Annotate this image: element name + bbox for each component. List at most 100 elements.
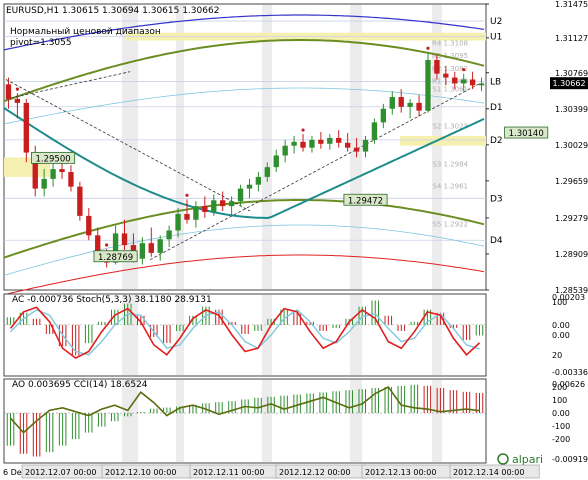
candle-body — [478, 83, 485, 86]
candle-body — [86, 215, 92, 236]
price-tick-label: 1.31475 — [555, 0, 588, 9]
candle-body — [23, 102, 29, 153]
candle-body — [264, 167, 270, 177]
price-tick-label: 1.30769 — [555, 69, 588, 78]
candle-body — [407, 102, 413, 107]
ao-axis-label: -100 — [552, 422, 570, 431]
candle-body — [273, 155, 279, 168]
price-plot-frame — [3, 3, 487, 291]
candle-body — [255, 176, 262, 185]
time-axis: 6 Dec2012.12.07 00:00 2012.12.10 00:00 201… — [3, 464, 540, 479]
candle-body — [336, 137, 342, 143]
level-axis-label: D4 — [490, 236, 503, 246]
watermark-text: alpari — [512, 453, 543, 466]
candle-body — [50, 169, 56, 179]
ao-axis-label: -0.00919 — [552, 455, 588, 464]
candle-body — [148, 243, 154, 253]
candle-body — [228, 201, 235, 207]
session-stripe — [350, 295, 362, 375]
ao-plot-frame — [3, 378, 487, 464]
time-tick-label: 2012.12.14 00:00 — [453, 468, 524, 477]
ac-axis-label: 100 — [552, 298, 567, 307]
candle-body — [443, 73, 449, 78]
time-tick-label: 2012.12.11 00:00 — [193, 468, 264, 477]
price-annotation-label: 1.29500 — [36, 154, 71, 164]
session-stripe — [176, 5, 184, 289]
ao-axis-label: -200 — [552, 435, 570, 444]
ac-plot-frame — [3, 293, 487, 377]
level-axis-label: D1 — [490, 103, 503, 113]
candle-body — [14, 98, 21, 103]
candle-body — [184, 213, 190, 220]
candle-body — [5, 84, 12, 99]
time-tick-label: 2012.12.12 00:00 — [279, 468, 350, 477]
fractal-mark — [426, 46, 430, 50]
pivot-level-label: S1 1.3061 — [432, 85, 468, 93]
candle-body — [246, 184, 253, 189]
session-stripe — [262, 5, 272, 289]
range-label: Нормальный ценовой диапазон — [10, 27, 161, 37]
candle-body — [220, 200, 226, 207]
candle-body — [175, 213, 181, 231]
candle-body — [416, 102, 422, 111]
ac-axis-label: 0.00 — [552, 331, 570, 340]
fractal-mark — [15, 87, 19, 91]
price-tick-label: 1.29279 — [555, 214, 588, 223]
candle-body — [318, 139, 324, 144]
ao-axis-label: 200 — [552, 383, 567, 392]
candle-body — [469, 79, 476, 86]
ao-axis-label: 0.00 — [552, 409, 570, 418]
pivot-level-label: S3 1.2984 — [432, 160, 468, 168]
candle-body — [41, 178, 47, 189]
candle-body — [461, 79, 467, 84]
pivot-level-label: S4 1.2961 — [432, 183, 468, 191]
candle-body — [389, 97, 395, 109]
chart-canvas[interactable]: R4 1.3108R3 1.3095R2 1.3082R1 1.3069S1 1… — [0, 0, 588, 480]
session-stripe — [432, 5, 442, 289]
fractal-mark — [105, 243, 109, 247]
level-axis-label: U2 — [490, 17, 502, 27]
candle-body — [398, 97, 404, 107]
session-stripe — [432, 295, 442, 375]
candle-body — [309, 139, 315, 148]
ac-axis-label: -0.00336 — [552, 368, 588, 377]
session-stripe — [350, 5, 362, 289]
candle-body — [362, 139, 369, 152]
ao-cci-title: AO 0.003695 CCI(14) 18.6524 — [12, 380, 148, 390]
candle-body — [68, 172, 74, 187]
level-axis-label: D3 — [490, 194, 503, 204]
candle-body — [211, 200, 217, 212]
ac-stoch-title: AC -0.000736 Stoch(5,3,3) 38.1180 28.913… — [12, 295, 212, 305]
session-stripe — [122, 380, 138, 462]
time-tick-label: 2012.12.07 00:00 — [25, 468, 96, 477]
session-stripe — [350, 380, 362, 462]
price-annotation-label: 1.28769 — [98, 253, 133, 263]
candle-body — [166, 230, 172, 240]
candle-body — [139, 243, 146, 259]
candle-body — [59, 169, 65, 173]
candle-body — [344, 142, 351, 148]
level-axis-label: LB — [490, 77, 501, 87]
candle-body — [327, 137, 333, 144]
level-axis-label: D2 — [490, 136, 503, 146]
fractal-mark — [185, 193, 189, 197]
price-tick-label: 1.29659 — [555, 177, 588, 186]
candle-body — [371, 122, 378, 140]
symbol-header: EURUSD,H1 1.30615 1.30694 1.30615 1.3066… — [6, 6, 219, 16]
ac-axis-label: 0.00 — [552, 321, 570, 330]
candle-body — [121, 233, 128, 246]
pivot-level-label: S5 1.2922 — [432, 221, 468, 229]
candle-body — [452, 77, 458, 84]
price-tick-label: 1.31127 — [555, 34, 588, 43]
price-tick-label: 1.30399 — [555, 105, 588, 114]
candle-body — [193, 206, 199, 220]
time-tick-label: 2012.12.10 00:00 — [105, 468, 176, 477]
level-axis-label: U3 — [490, 0, 502, 3]
candle-body — [434, 60, 440, 74]
candle-body — [282, 145, 288, 156]
candle-body — [237, 188, 244, 202]
candle-body — [353, 147, 360, 152]
price-tick-label: 1.30029 — [555, 141, 588, 150]
candle-body — [157, 239, 163, 253]
fractal-mark — [301, 128, 305, 132]
